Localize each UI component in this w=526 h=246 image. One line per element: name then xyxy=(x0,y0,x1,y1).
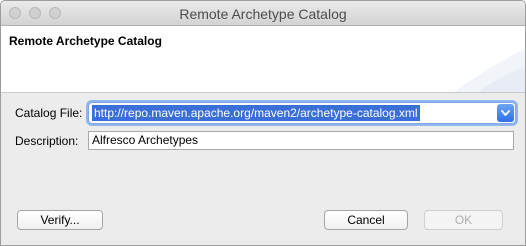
cancel-button[interactable]: Cancel xyxy=(324,210,408,230)
window-title: Remote Archetype Catalog xyxy=(179,6,347,22)
catalog-file-value[interactable]: http://repo.maven.apache.org/maven2/arch… xyxy=(92,105,420,121)
title-bar: Remote Archetype Catalog xyxy=(1,1,525,26)
dropdown-button[interactable] xyxy=(497,104,514,122)
dialog-window: Remote Archetype Catalog Remote Archetyp… xyxy=(0,0,526,246)
catalog-file-label: Catalog File: xyxy=(15,106,83,120)
description-label: Description: xyxy=(15,134,79,148)
verify-button[interactable]: Verify... xyxy=(17,210,103,230)
banner-decoration xyxy=(453,49,525,92)
chevron-down-icon xyxy=(501,110,510,116)
ok-button[interactable]: OK xyxy=(424,210,503,230)
description-field[interactable]: Alfresco Archetypes xyxy=(88,131,514,150)
header-banner: Remote Archetype Catalog xyxy=(1,26,525,93)
banner-heading: Remote Archetype Catalog xyxy=(9,34,162,48)
catalog-file-combo[interactable]: http://repo.maven.apache.org/maven2/arch… xyxy=(88,102,516,124)
